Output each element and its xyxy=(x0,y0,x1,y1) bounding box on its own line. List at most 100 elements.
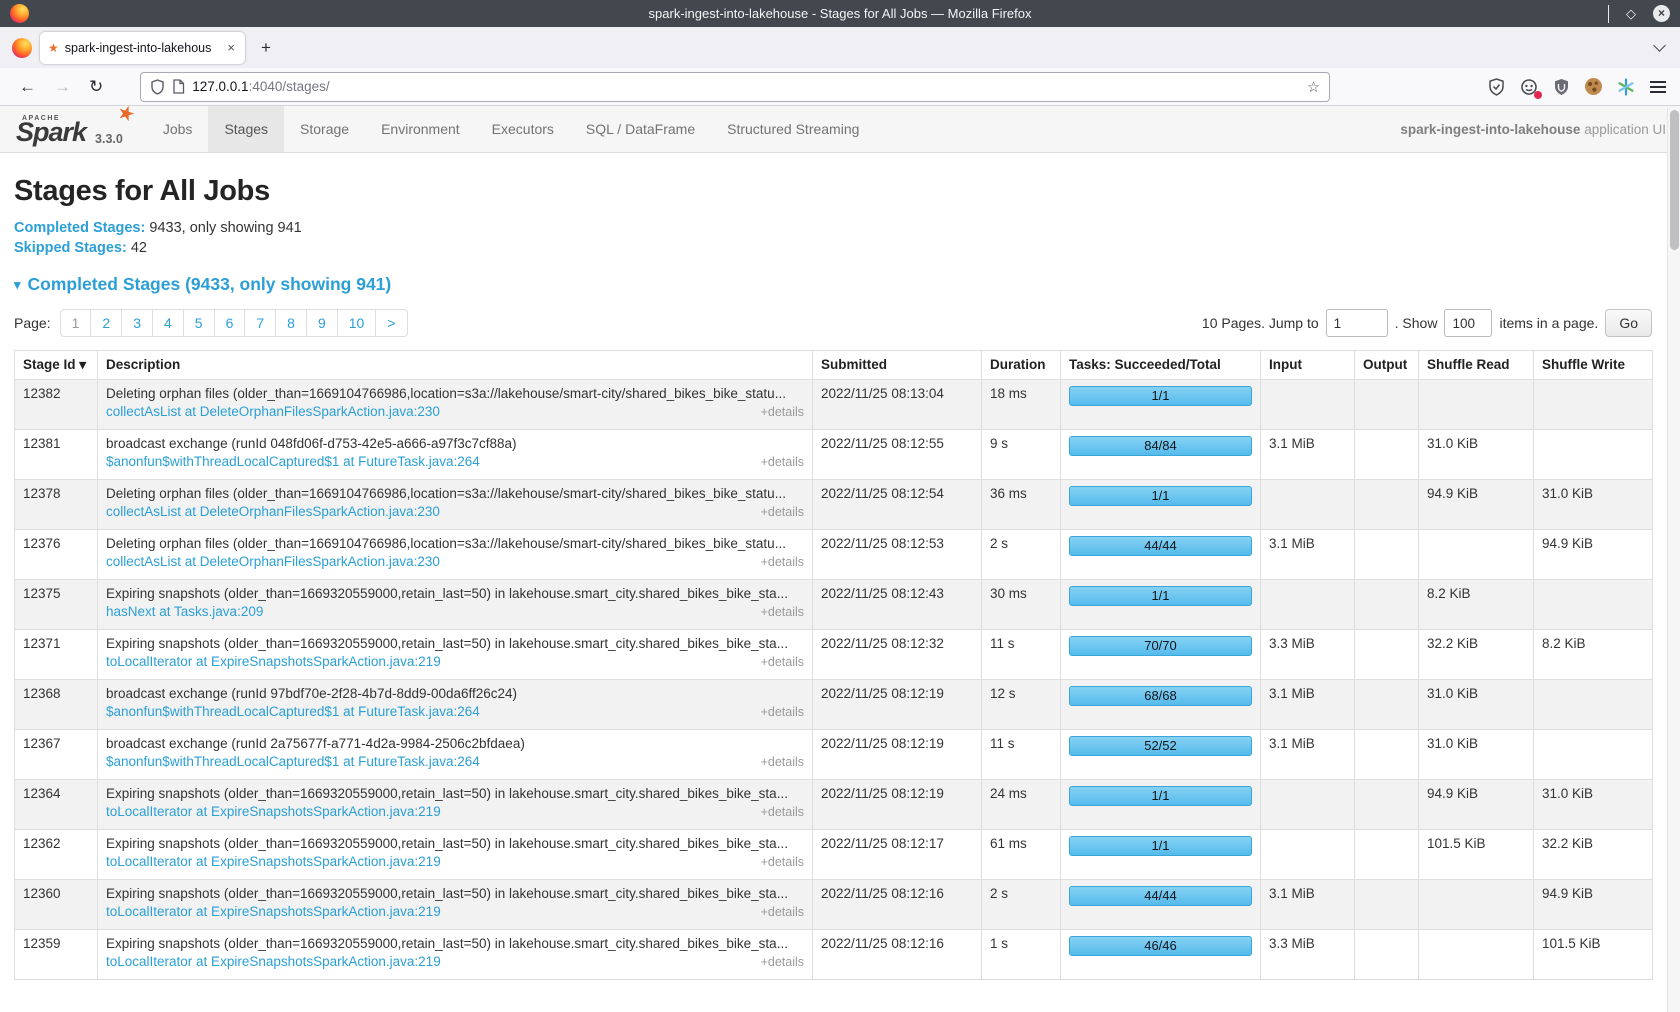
page-button[interactable]: 9 xyxy=(306,309,338,337)
output-cell xyxy=(1355,880,1419,930)
column-header[interactable]: Duration xyxy=(982,351,1061,380)
nav-item-executors[interactable]: Executors xyxy=(476,106,570,152)
shuffle-read-cell: 94.9 KiB xyxy=(1419,780,1534,830)
nav-item-storage[interactable]: Storage xyxy=(284,106,365,152)
reload-button[interactable]: ↻ xyxy=(80,75,112,99)
asterisk-icon[interactable] xyxy=(1617,78,1635,96)
page-button[interactable]: 7 xyxy=(244,309,276,337)
tab-list-chevron-icon[interactable] xyxy=(1653,39,1666,52)
details-toggle[interactable]: +details xyxy=(761,805,804,819)
column-header[interactable]: Description xyxy=(98,351,813,380)
column-header[interactable]: Tasks: Succeeded/Total xyxy=(1061,351,1261,380)
forward-button[interactable]: → xyxy=(45,75,80,99)
tab-close-button[interactable]: × xyxy=(225,40,237,55)
nav-item-sql-dataframe[interactable]: SQL / DataFrame xyxy=(570,106,711,152)
show-items-input[interactable] xyxy=(1444,309,1492,337)
tasks-cell: 68/68 xyxy=(1061,680,1261,730)
stage-id-cell: 12376 xyxy=(15,530,98,580)
bookmark-star-icon[interactable]: ☆ xyxy=(1307,78,1320,96)
next-page-button[interactable]: > xyxy=(375,309,407,337)
maximize-button[interactable]: ◇ xyxy=(1626,7,1636,20)
column-header[interactable]: Shuffle Read xyxy=(1419,351,1534,380)
scrollbar[interactable] xyxy=(1667,107,1680,1012)
stage-callsite-link[interactable]: toLocalIterator at ExpireSnapshotsSparkA… xyxy=(106,954,441,969)
details-toggle[interactable]: +details xyxy=(761,555,804,569)
back-button[interactable]: ← xyxy=(10,75,45,99)
details-toggle[interactable]: +details xyxy=(761,455,804,469)
details-toggle[interactable]: +details xyxy=(761,605,804,619)
details-toggle[interactable]: +details xyxy=(761,705,804,719)
stage-id-cell: 12359 xyxy=(15,930,98,980)
shield-check-icon[interactable] xyxy=(1488,78,1505,96)
details-toggle[interactable]: +details xyxy=(761,855,804,869)
stage-callsite-link[interactable]: hasNext at Tasks.java:209 xyxy=(106,604,263,619)
go-button[interactable]: Go xyxy=(1605,309,1652,337)
cookie-icon[interactable] xyxy=(1585,78,1602,95)
stage-description: broadcast exchange (runId 97bdf70e-2f28-… xyxy=(106,686,804,701)
stage-callsite-link[interactable]: collectAsList at DeleteOrphanFilesSparkA… xyxy=(106,504,440,519)
shuffle-write-cell xyxy=(1534,580,1653,630)
spark-logo[interactable]: APACHE Spark ★ 3.3.0 xyxy=(12,106,133,152)
stage-callsite-link[interactable]: collectAsList at DeleteOrphanFilesSparkA… xyxy=(106,404,440,419)
new-tab-button[interactable]: + xyxy=(253,36,279,60)
stage-callsite-link[interactable]: $anonfun$withThreadLocalCaptured$1 at Fu… xyxy=(106,704,480,719)
browser-tab[interactable]: ★ spark-ingest-into-lakehous × xyxy=(40,32,245,64)
column-header[interactable]: Output xyxy=(1355,351,1419,380)
column-header[interactable]: Shuffle Write xyxy=(1534,351,1653,380)
duration-cell: 2 s xyxy=(982,880,1061,930)
stages-table: Stage Id ▾ Description Submitted Duratio… xyxy=(14,350,1653,980)
details-toggle[interactable]: +details xyxy=(761,405,804,419)
nav-item-structured-streaming[interactable]: Structured Streaming xyxy=(711,106,875,152)
scrollbar-thumb[interactable] xyxy=(1670,110,1679,250)
jump-to-page-input[interactable] xyxy=(1326,309,1388,337)
page-button[interactable]: 4 xyxy=(152,309,184,337)
task-progress-label: 84/84 xyxy=(1144,438,1177,453)
details-toggle[interactable]: +details xyxy=(761,755,804,769)
ublock-shield-icon[interactable] xyxy=(1553,78,1570,96)
page-button[interactable]: 8 xyxy=(275,309,307,337)
column-header[interactable]: Submitted xyxy=(813,351,982,380)
stage-callsite-link[interactable]: toLocalIterator at ExpireSnapshotsSparkA… xyxy=(106,654,441,669)
description-cell: Expiring snapshots (older_than=166932055… xyxy=(98,830,813,880)
column-header[interactable]: Stage Id ▾ xyxy=(15,351,98,380)
stage-callsite-link[interactable]: toLocalIterator at ExpireSnapshotsSparkA… xyxy=(106,854,441,869)
description-cell: Deleting orphan files (older_than=166910… xyxy=(98,530,813,580)
column-header[interactable]: Input xyxy=(1261,351,1355,380)
nav-items: Jobs Stages Storage Environment Executor… xyxy=(147,106,876,152)
completed-stages-value: 9433, only showing 941 xyxy=(149,220,301,236)
details-toggle[interactable]: +details xyxy=(761,655,804,669)
collapse-arrow-icon: ▾ xyxy=(14,277,21,293)
nav-item-environment[interactable]: Environment xyxy=(365,106,476,152)
page-button[interactable]: 1 xyxy=(60,309,92,337)
minimize-button[interactable] xyxy=(1608,5,1609,23)
nav-item-stages[interactable]: Stages xyxy=(208,106,284,152)
stage-callsite-link[interactable]: collectAsList at DeleteOrphanFilesSparkA… xyxy=(106,554,440,569)
nav-item-jobs[interactable]: Jobs xyxy=(147,106,209,152)
page-button[interactable]: 5 xyxy=(183,309,215,337)
shuffle-read-cell: 31.0 KiB xyxy=(1419,430,1534,480)
url-bar[interactable]: 127.0.0.1:4040/stages/ ☆ xyxy=(140,72,1330,102)
shuffle-read-cell xyxy=(1419,930,1534,980)
output-cell xyxy=(1355,380,1419,430)
page-button[interactable]: 2 xyxy=(90,309,122,337)
stage-callsite-link[interactable]: $anonfun$withThreadLocalCaptured$1 at Fu… xyxy=(106,754,480,769)
shuffle-write-cell: 31.0 KiB xyxy=(1534,480,1653,530)
details-toggle[interactable]: +details xyxy=(761,955,804,969)
details-toggle[interactable]: +details xyxy=(761,905,804,919)
output-cell xyxy=(1355,730,1419,780)
task-progress-bar: 44/44 xyxy=(1069,886,1252,906)
page-button[interactable]: 6 xyxy=(214,309,246,337)
shuffle-read-cell xyxy=(1419,880,1534,930)
close-button[interactable]: × xyxy=(1653,5,1670,22)
stage-callsite-link[interactable]: $anonfun$withThreadLocalCaptured$1 at Fu… xyxy=(106,454,480,469)
details-toggle[interactable]: +details xyxy=(761,505,804,519)
menu-button[interactable] xyxy=(1650,81,1666,93)
mask-icon[interactable] xyxy=(1520,78,1538,96)
stage-description: Expiring snapshots (older_than=166932055… xyxy=(106,886,804,901)
completed-stages-section-toggle[interactable]: ▾ Completed Stages (9433, only showing 9… xyxy=(14,274,1666,295)
stage-callsite-link[interactable]: toLocalIterator at ExpireSnapshotsSparkA… xyxy=(106,804,441,819)
stage-callsite-link[interactable]: toLocalIterator at ExpireSnapshotsSparkA… xyxy=(106,904,441,919)
page-button[interactable]: 10 xyxy=(337,309,377,337)
input-cell xyxy=(1261,480,1355,530)
page-button[interactable]: 3 xyxy=(121,309,153,337)
